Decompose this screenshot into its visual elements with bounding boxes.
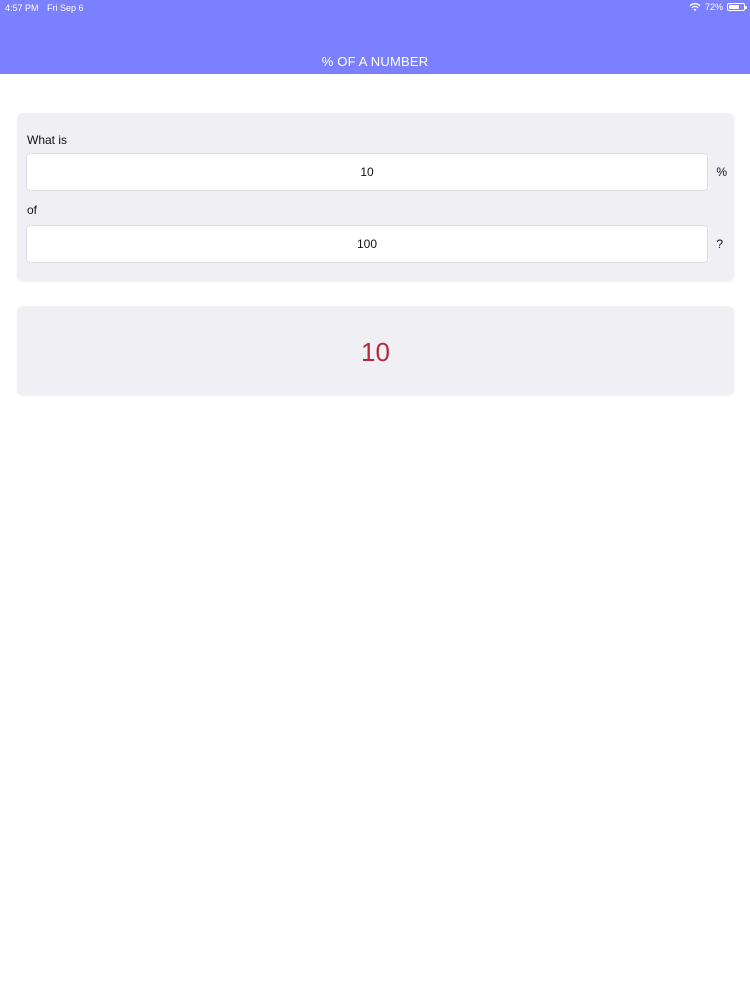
percent-input[interactable]: 10: [26, 153, 708, 191]
input-card: What is 10 % of 100 ?: [17, 113, 734, 281]
result-card: 10: [17, 306, 734, 395]
of-label: of: [27, 203, 38, 217]
what-is-label: What is: [27, 133, 68, 147]
status-right: 72%: [689, 2, 747, 12]
result-value: 10: [361, 337, 390, 367]
status-bar: 4:57 PM Fri Sep 6 72%: [0, 0, 750, 16]
page-title: % OF A NUMBER: [321, 54, 429, 69]
battery-tip: [745, 6, 747, 9]
battery-percent: 72%: [704, 2, 723, 12]
battery-icon: [727, 3, 747, 11]
wifi-icon: [689, 3, 701, 12]
percent-suffix: %: [716, 165, 727, 179]
question-suffix: ?: [716, 237, 723, 251]
number-input[interactable]: 100: [26, 225, 708, 263]
status-time: 4:57 PM: [5, 3, 39, 13]
header-bar: 4:57 PM Fri Sep 6 72% % OF A NUMBER: [0, 0, 750, 74]
battery-level: [729, 5, 740, 9]
status-left: 4:57 PM Fri Sep 6: [5, 3, 90, 13]
status-date: Fri Sep 6: [47, 3, 84, 13]
